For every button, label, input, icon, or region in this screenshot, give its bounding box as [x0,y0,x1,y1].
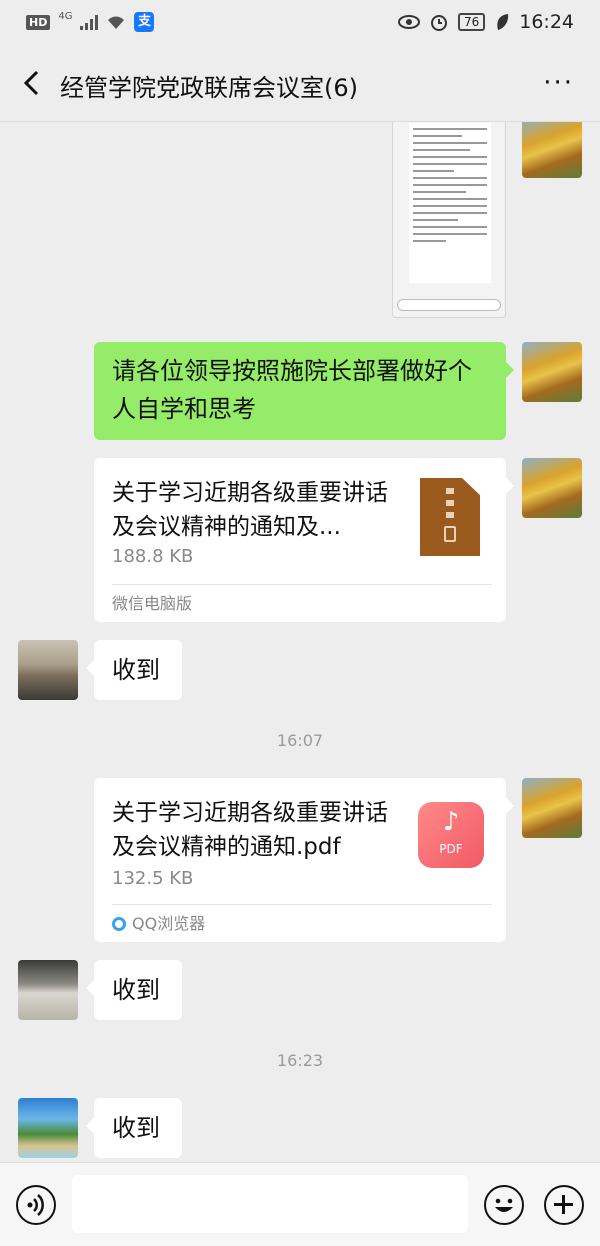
status-left: HD 4G 支 [26,10,155,32]
file-source: 微信电脑版 [112,584,492,622]
plus-icon[interactable] [544,1185,584,1225]
screenshot-image [409,123,491,283]
file-message-zip[interactable]: 关于学习近期各级重要讲话及会议精神的通知及... 188.8 KB 微信电脑版 [94,458,514,622]
chevron-left-icon[interactable] [18,68,48,98]
file-size: 132.5 KB [112,868,194,889]
file-message-pdf[interactable]: 关于学习近期各级重要讲话及会议精神的通知.pdf 132.5 KB ♪ PDF … [94,778,514,942]
alipay-icon: 支 [134,12,155,32]
screenshot-input-bar [397,299,501,311]
emoji-icon[interactable] [484,1185,524,1225]
file-source: QQ浏览器 [112,904,492,942]
wifi-icon [108,16,125,29]
alarm-icon [430,15,447,31]
avatar[interactable] [522,122,582,178]
signal-icon [80,14,99,30]
chat-timestamp: 16:23 [276,1051,324,1070]
received-text-bubble[interactable]: 收到 [86,640,182,700]
zip-file-icon [420,478,480,556]
avatar[interactable] [522,342,582,402]
file-source-label: 微信电脑版 [112,594,193,613]
received-text-bubble[interactable]: 收到 [86,1098,182,1158]
file-title: 关于学习近期各级重要讲话及会议精神的通知及... [112,480,388,540]
file-size: 188.8 KB [112,546,194,567]
chat-timestamp: 16:07 [276,731,324,750]
sent-text-bubble[interactable]: 请各位领导按照施院长部署做好个人自学和思考 [94,342,514,440]
chat-area[interactable]: 请各位领导按照施院长部署做好个人自学和思考 关于学习近期各级重要讲话及会议精神的… [0,122,600,1162]
eye-icon [397,15,420,29]
message-text: 收到 [112,656,160,684]
status-right: 76 16:24 [397,11,574,33]
message-input[interactable] [72,1175,468,1233]
avatar[interactable] [18,960,78,1020]
avatar[interactable] [522,458,582,518]
chat-title: 经管学院党政联席会议室(6) [60,74,358,102]
qq-browser-icon [112,917,126,931]
input-bar [0,1162,600,1246]
status-bar: HD 4G 支 76 16:24 [0,0,600,46]
image-message[interactable] [392,122,506,318]
battery-icon: 76 [457,13,486,31]
voice-icon[interactable] [16,1185,56,1225]
pdf-file-icon: ♪ PDF [418,802,484,868]
status-time: 16:24 [519,11,574,33]
avatar[interactable] [18,640,78,700]
avatar[interactable] [18,1098,78,1158]
chat-header: 经管学院党政联席会议室(6) ··· [0,46,600,122]
message-text: 请各位领导按照施院长部署做好个人自学和思考 [112,357,472,423]
network-type-label: 4G [58,10,73,22]
hd-icon: HD [26,14,51,30]
received-text-bubble[interactable]: 收到 [86,960,182,1020]
more-dots-icon[interactable]: ··· [543,68,574,98]
message-text: 收到 [112,976,160,1004]
message-text: 收到 [112,1114,160,1142]
avatar[interactable] [522,778,582,838]
leaf-icon [497,14,509,30]
file-source-label: QQ浏览器 [132,914,206,933]
file-title: 关于学习近期各级重要讲话及会议精神的通知.pdf [112,800,388,860]
